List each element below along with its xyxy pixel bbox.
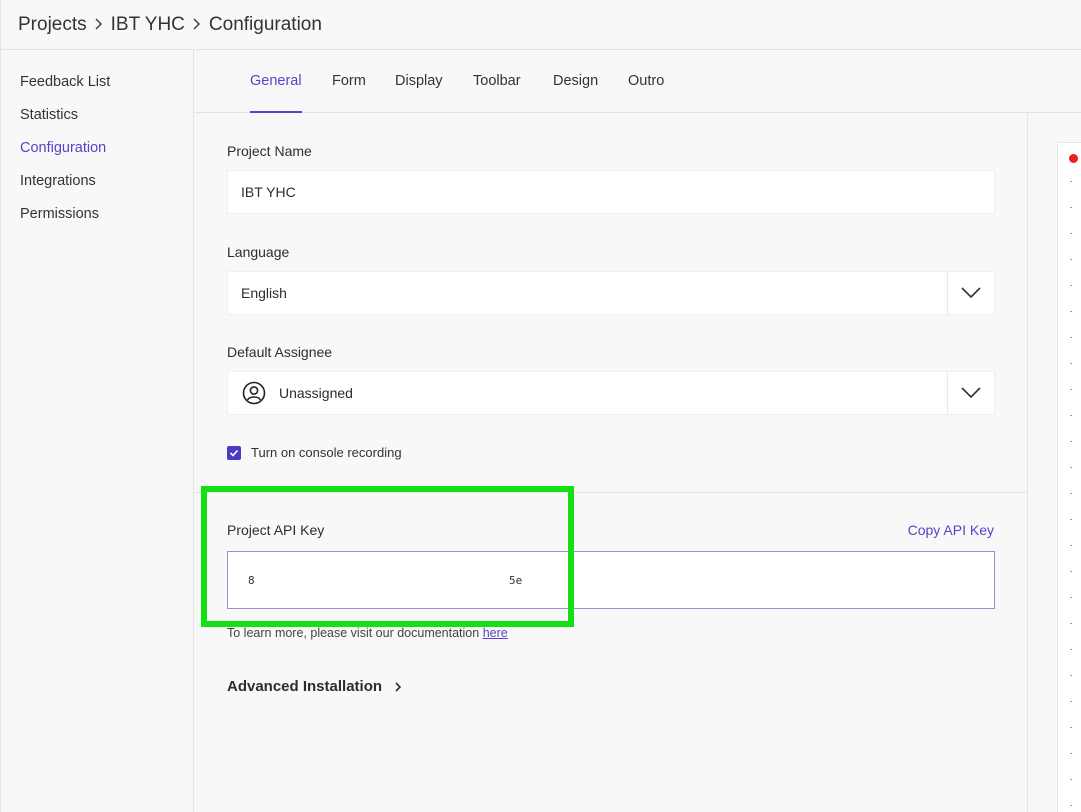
breadcrumb-configuration: Configuration (208, 13, 322, 35)
tab-form[interactable]: Form (332, 73, 366, 113)
console-recording-option[interactable]: Turn on console recording (227, 445, 402, 460)
config-tabs: General Form Display Toolbar Design Outr… (194, 50, 1081, 113)
app-window: Projects IBT YHC Configuration Feedback … (0, 0, 1081, 812)
advanced-installation-label: Advanced Installation (227, 678, 383, 695)
breadcrumb: Projects IBT YHC Configuration (0, 0, 1081, 50)
project-name-value: IBT YHC (241, 184, 296, 200)
advanced-installation-toggle[interactable]: Advanced Installation (227, 678, 402, 695)
sidebar-item-configuration[interactable]: Configuration (1, 138, 193, 171)
project-name-input[interactable]: IBT YHC (227, 170, 995, 214)
documentation-link[interactable]: here (483, 626, 508, 640)
tab-general[interactable]: General (250, 73, 302, 113)
console-recording-label: Turn on console recording (251, 445, 402, 460)
language-value: English (241, 285, 287, 301)
project-api-key-label: Project API Key (227, 522, 325, 538)
documentation-help-text: To learn more, please visit our document… (227, 626, 508, 640)
chevron-right-icon (87, 14, 111, 36)
sidebar-item-integrations[interactable]: Integrations (1, 171, 193, 204)
sidebar: Feedback List Statistics Configuration I… (0, 50, 194, 812)
chevron-down-icon[interactable] (947, 272, 994, 314)
general-settings-form: Project Name IBT YHC Language English De… (194, 113, 1028, 812)
breadcrumb-project[interactable]: IBT YHC (111, 14, 185, 36)
console-recording-checkbox[interactable] (227, 445, 241, 460)
copy-api-key-button[interactable]: Copy API Key (908, 522, 994, 538)
api-key-start: 8 (248, 574, 255, 587)
tab-toolbar[interactable]: Toolbar (473, 73, 521, 113)
project-name-label: Project Name (227, 143, 312, 159)
preview-lines (1070, 181, 1072, 812)
default-assignee-select[interactable]: Unassigned (227, 371, 995, 415)
chevron-right-icon (185, 14, 209, 36)
project-api-key-field[interactable]: 8 5e (227, 551, 995, 609)
chevron-down-icon[interactable] (947, 372, 994, 414)
tab-design[interactable]: Design (553, 73, 598, 113)
api-key-end: 5e (509, 574, 523, 587)
help-text: To learn more, please visit our document… (227, 626, 483, 640)
language-label: Language (227, 244, 290, 260)
chevron-right-icon (395, 681, 402, 692)
check-icon (229, 449, 239, 457)
default-assignee-label: Default Assignee (227, 344, 333, 360)
section-divider (194, 492, 1028, 493)
sidebar-item-permissions[interactable]: Permissions (1, 204, 193, 237)
default-assignee-value: Unassigned (279, 385, 353, 401)
sidebar-item-statistics[interactable]: Statistics (1, 105, 193, 138)
user-circle-icon (242, 381, 266, 405)
preview-panel (1057, 142, 1081, 812)
language-select[interactable]: English (227, 271, 995, 315)
record-dot-icon (1069, 154, 1078, 163)
tab-display[interactable]: Display (395, 73, 443, 113)
tab-outro[interactable]: Outro (628, 73, 664, 113)
breadcrumb-projects[interactable]: Projects (18, 14, 87, 36)
sidebar-item-feedback-list[interactable]: Feedback List (1, 72, 193, 105)
